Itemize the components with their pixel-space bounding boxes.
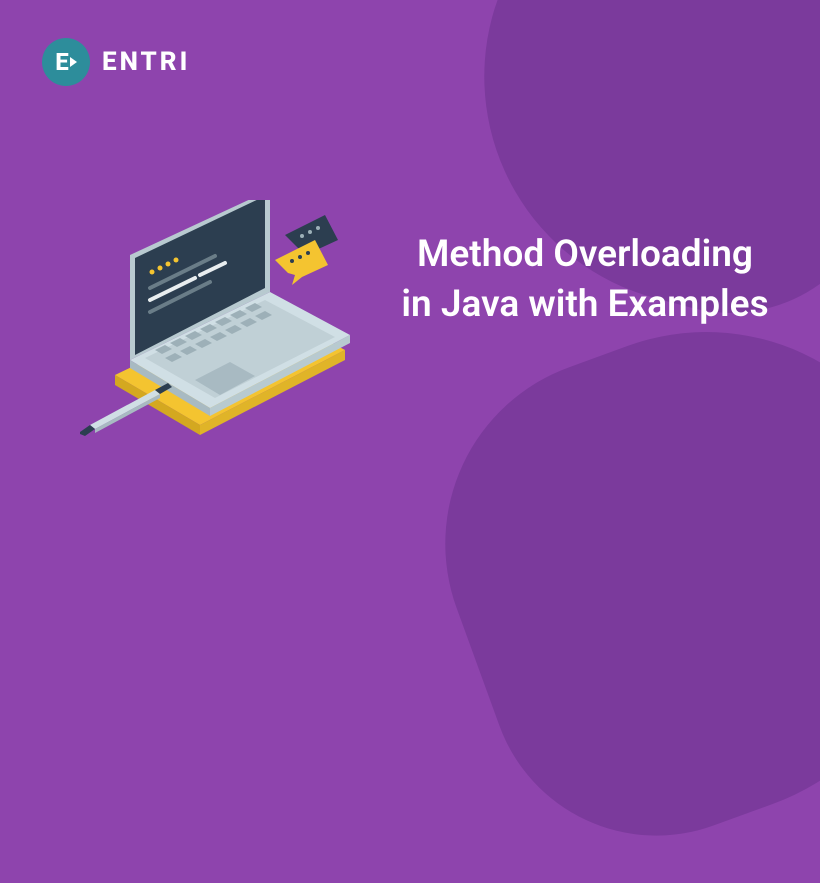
page-title: Method Overloading in Java with Examples bbox=[400, 230, 770, 330]
play-icon bbox=[70, 57, 77, 67]
laptop-illustration bbox=[80, 200, 380, 460]
brand-logo: E ENTRI bbox=[42, 38, 190, 86]
background-shape-bottom bbox=[392, 267, 820, 882]
logo-badge: E bbox=[42, 38, 90, 86]
brand-name: ENTRI bbox=[102, 47, 190, 77]
logo-letter: E bbox=[55, 48, 67, 76]
